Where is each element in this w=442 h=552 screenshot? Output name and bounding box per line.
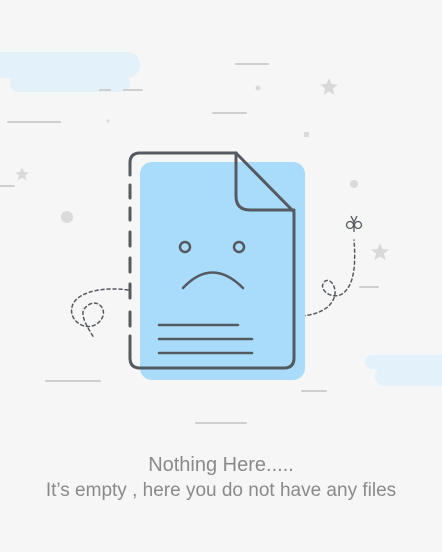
empty-state-screen: Nothing Here..... It’s empty , here you … [0, 0, 442, 552]
empty-state-message: Nothing Here..... It’s empty , here you … [0, 452, 442, 504]
dotted-trail-left [70, 288, 129, 339]
empty-state-subtitle: It’s empty , here you do not have any fi… [45, 480, 397, 501]
butterfly-icon [345, 215, 363, 232]
sad-document-icon [128, 151, 305, 380]
empty-state-title: Nothing Here..... [148, 454, 294, 476]
dotted-trail-right [301, 239, 356, 317]
